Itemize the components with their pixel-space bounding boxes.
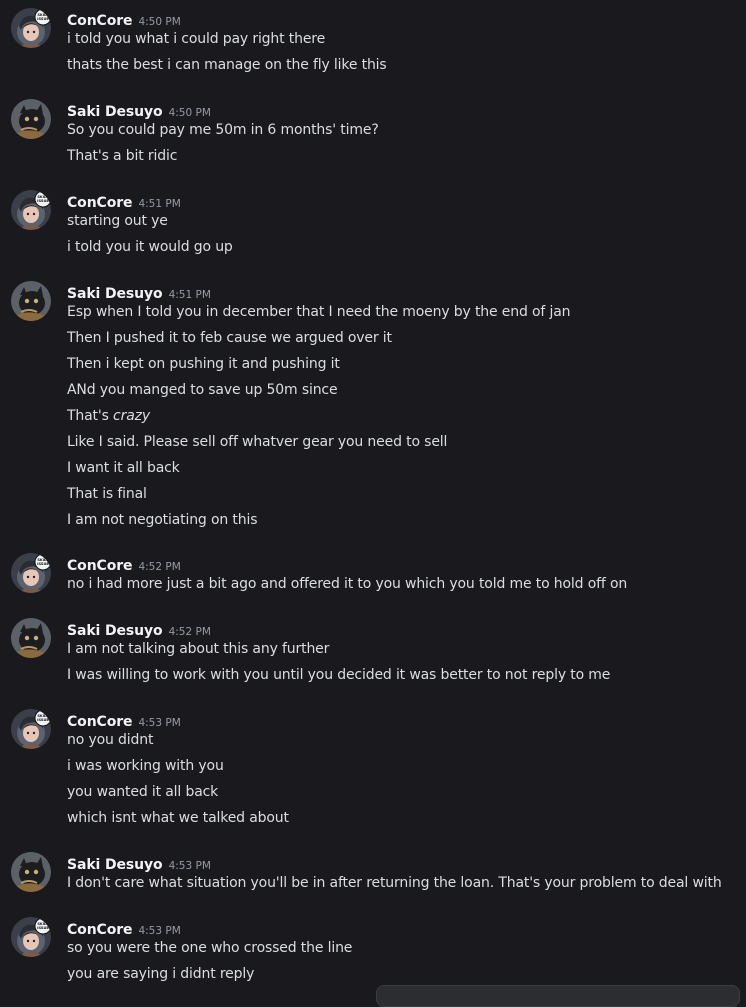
timestamp: 4:53 PM: [168, 860, 211, 872]
svg-text:ISSUE: ISSUE: [37, 17, 49, 21]
avatar[interactable]: SKILL ISSUE: [11, 8, 51, 48]
message-header: Saki Desuyo 4:53 PM: [67, 854, 211, 874]
username[interactable]: Saki Desuyo: [67, 286, 163, 302]
message-text: i told you what i could pay right there: [67, 31, 326, 47]
message-text: no you didnt: [67, 732, 154, 748]
avatar[interactable]: [11, 99, 51, 139]
message-text: That's crazy: [67, 406, 150, 426]
message-text: you wanted it all back: [67, 784, 219, 800]
svg-text:ISSUE: ISSUE: [37, 926, 49, 930]
message-text: i told you it would go up: [67, 239, 233, 255]
timestamp: 4:52 PM: [168, 626, 211, 638]
message-text: no i had more just a bit ago and offered…: [67, 576, 628, 592]
message-text: Then I pushed it to feb cause we argued …: [67, 330, 392, 346]
message-text: you are saying i didnt reply: [67, 966, 255, 982]
svg-text:ISSUE: ISSUE: [37, 199, 49, 203]
message-text: I was willing to work with you until you…: [67, 667, 611, 683]
message-text: thats the best i can manage on the fly l…: [67, 57, 387, 73]
username[interactable]: Saki Desuyo: [67, 104, 163, 120]
message-text: ANd you manged to save up 50m since: [67, 382, 338, 398]
message-text: I don't care what situation you'll be in…: [67, 875, 722, 891]
message-text-plain: That's: [67, 408, 114, 424]
message-header: ConCore 4:52 PM: [67, 555, 181, 575]
message-header: Saki Desuyo 4:50 PM: [67, 101, 211, 121]
username[interactable]: ConCore: [67, 922, 133, 938]
message-text: i was working with you: [67, 758, 224, 774]
avatar[interactable]: SKILL ISSUE: [11, 190, 51, 230]
username[interactable]: ConCore: [67, 714, 133, 730]
avatar[interactable]: SKILL ISSUE: [11, 917, 51, 957]
message-header: Saki Desuyo 4:52 PM: [67, 620, 211, 640]
jump-to-present-bar[interactable]: [376, 985, 740, 1007]
message-header: ConCore 4:51 PM: [67, 192, 181, 212]
message-text: Then i kept on pushing it and pushing it: [67, 356, 340, 372]
avatar[interactable]: [11, 852, 51, 892]
message-text: I am not talking about this any further: [67, 641, 330, 657]
timestamp: 4:50 PM: [168, 107, 211, 119]
message-text: So you could pay me 50m in 6 months' tim…: [67, 122, 379, 138]
message-text: I want it all back: [67, 460, 180, 476]
message-text-italic: crazy: [113, 408, 150, 424]
message-header: ConCore 4:53 PM: [67, 919, 181, 939]
username[interactable]: Saki Desuyo: [67, 623, 163, 639]
message-text: Esp when I told you in december that I n…: [67, 304, 571, 320]
message-text: starting out ye: [67, 213, 168, 229]
message-header: ConCore 4:53 PM: [67, 711, 181, 731]
avatar[interactable]: SKILL ISSUE: [11, 709, 51, 749]
timestamp: 4:50 PM: [138, 16, 181, 28]
timestamp: 4:51 PM: [138, 198, 181, 210]
username[interactable]: ConCore: [67, 13, 133, 29]
message-header: ConCore 4:50 PM: [67, 10, 181, 30]
message-text: That is final: [67, 486, 147, 502]
message-text: I am not negotiating on this: [67, 512, 258, 528]
message-text: Like I said. Please sell off whatver gea…: [67, 434, 448, 450]
avatar[interactable]: [11, 281, 51, 321]
avatar[interactable]: [11, 618, 51, 658]
timestamp: 4:51 PM: [168, 289, 211, 301]
svg-text:ISSUE: ISSUE: [37, 718, 49, 722]
username[interactable]: ConCore: [67, 195, 133, 211]
timestamp: 4:53 PM: [138, 925, 181, 937]
timestamp: 4:53 PM: [138, 717, 181, 729]
message-header: Saki Desuyo 4:51 PM: [67, 283, 211, 303]
username[interactable]: Saki Desuyo: [67, 857, 163, 873]
svg-text:ISSUE: ISSUE: [37, 562, 49, 566]
username[interactable]: ConCore: [67, 558, 133, 574]
message-text: which isnt what we talked about: [67, 810, 289, 826]
chat-messages[interactable]: SKILL ISSUE ConCore 4:50 PM i told you wha…: [0, 0, 746, 995]
message-text: so you were the one who crossed the line: [67, 940, 353, 956]
timestamp: 4:52 PM: [138, 561, 181, 573]
message-text: That's a bit ridic: [67, 148, 178, 164]
avatar[interactable]: SKILL ISSUE: [11, 553, 51, 593]
